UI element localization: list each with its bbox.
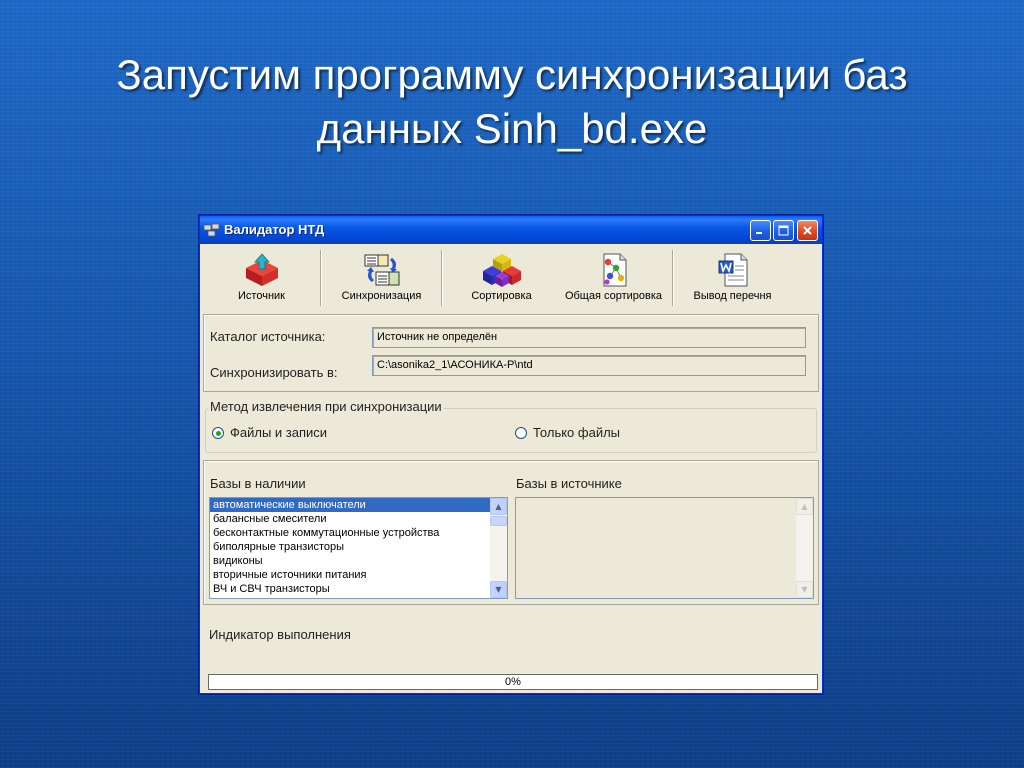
scroll-up-button[interactable]: ▲ bbox=[490, 498, 507, 515]
progress-label: Индикатор выполнения bbox=[209, 627, 351, 642]
chevron-up-icon: ▲ bbox=[495, 502, 502, 511]
sync-button[interactable]: Синхронизация bbox=[323, 248, 440, 308]
toolbar: Источник Синхронизация Сортировка Общая … bbox=[202, 248, 820, 308]
sync-button-label: Синхронизация bbox=[341, 290, 422, 302]
toolbar-separator bbox=[320, 250, 322, 306]
scroll-up-button-disabled: ▲ bbox=[796, 498, 813, 515]
slide-title-line-1: Запустим программу синхронизации баз bbox=[116, 51, 908, 98]
progress-bar: 0% bbox=[208, 674, 818, 690]
close-button[interactable] bbox=[797, 220, 818, 241]
sync-target-field[interactable]: C:\asonika2_1\АСОНИКА-Р\ntd bbox=[372, 355, 806, 376]
source-bases-list[interactable]: ▲ ▼ bbox=[515, 497, 814, 599]
list-item[interactable]: балансные смесители bbox=[210, 512, 490, 526]
maximize-button[interactable] bbox=[773, 220, 794, 241]
list-item[interactable]: бесконтактные коммутационные устройства bbox=[210, 526, 490, 540]
paths-panel: Каталог источника: Источник не определён… bbox=[203, 314, 819, 392]
scroll-thumb[interactable] bbox=[490, 516, 507, 526]
list-item[interactable]: вторичные источники питания bbox=[210, 568, 490, 582]
general-sort-button-label: Общая сортировка bbox=[564, 290, 663, 302]
scroll-down-button[interactable]: ▼ bbox=[490, 581, 507, 598]
radio-files-only-label: Только файлы bbox=[533, 425, 621, 440]
radio-dot-selected bbox=[212, 426, 224, 439]
available-bases-label: Базы в наличии bbox=[210, 476, 306, 491]
source-button-label: Источник bbox=[238, 290, 285, 302]
list-item[interactable]: видиконы bbox=[210, 554, 490, 568]
sync-books-icon bbox=[364, 254, 399, 286]
available-bases-scrollbar[interactable]: ▲ ▼ bbox=[490, 498, 507, 598]
slide-title-line-2: данных Sinh_bd.exe bbox=[316, 105, 708, 152]
method-groupbox: Метод извлечения при синхронизации Файлы… bbox=[205, 399, 817, 453]
radio-dot-unselected bbox=[515, 426, 527, 439]
output-list-button[interactable]: Вывод перечня bbox=[675, 248, 790, 308]
available-bases-items: автоматические выключатели балансные смес… bbox=[210, 498, 490, 598]
sync-target-label: Синхронизировать в: bbox=[210, 365, 338, 380]
chevron-down-icon: ▼ bbox=[801, 585, 808, 594]
source-catalog-field[interactable]: Источник не определён bbox=[372, 327, 806, 348]
slide-title: Запустим программу синхронизации баз дан… bbox=[0, 48, 1024, 156]
maximize-icon bbox=[778, 225, 789, 236]
sort-button[interactable]: Сортировка bbox=[444, 248, 559, 308]
sort-button-label: Сортировка bbox=[471, 290, 532, 302]
radio-files-and-records[interactable]: Файлы и записи bbox=[212, 425, 327, 440]
scroll-down-button-disabled: ▼ bbox=[796, 581, 813, 598]
source-catalog-label: Каталог источника: bbox=[210, 329, 326, 344]
window-title: Валидатор НТД bbox=[224, 222, 325, 237]
toolbar-separator bbox=[672, 250, 674, 306]
document-molecule-icon bbox=[603, 253, 626, 287]
general-sort-button[interactable]: Общая сортировка bbox=[556, 248, 671, 308]
source-icon bbox=[245, 253, 278, 286]
output-list-button-label: Вывод перечня bbox=[693, 290, 772, 302]
bases-panel: Базы в наличии Базы в источнике автомати… bbox=[203, 460, 819, 605]
source-button[interactable]: Источник bbox=[204, 248, 319, 308]
source-bases-label: Базы в источнике bbox=[516, 476, 622, 491]
available-bases-list[interactable]: автоматические выключатели балансные смес… bbox=[209, 497, 508, 599]
word-document-icon bbox=[718, 253, 747, 287]
app-window: Валидатор НТД Источник Синхронизация Сор… bbox=[199, 215, 823, 694]
source-bases-scrollbar: ▲ ▼ bbox=[796, 498, 813, 598]
app-icon bbox=[204, 223, 220, 237]
sort-cubes-icon bbox=[482, 254, 521, 287]
chevron-up-icon: ▲ bbox=[801, 502, 808, 511]
radio-files-and-records-label: Файлы и записи bbox=[230, 425, 328, 440]
method-caption: Метод извлечения при синхронизации bbox=[208, 399, 444, 414]
minimize-button[interactable] bbox=[750, 220, 771, 241]
radio-files-only[interactable]: Только файлы bbox=[515, 425, 620, 440]
toolbar-separator bbox=[441, 250, 443, 306]
list-item[interactable]: биполярные транзисторы bbox=[210, 540, 490, 554]
title-bar[interactable]: Валидатор НТД bbox=[200, 216, 822, 244]
progress-percent: 0% bbox=[505, 676, 521, 688]
minimize-icon bbox=[756, 232, 762, 234]
chevron-down-icon: ▼ bbox=[495, 585, 502, 594]
list-item[interactable]: ВЧ и СВЧ транзисторы bbox=[210, 582, 490, 596]
close-icon bbox=[803, 226, 812, 235]
list-item[interactable]: автоматические выключатели bbox=[210, 498, 490, 512]
